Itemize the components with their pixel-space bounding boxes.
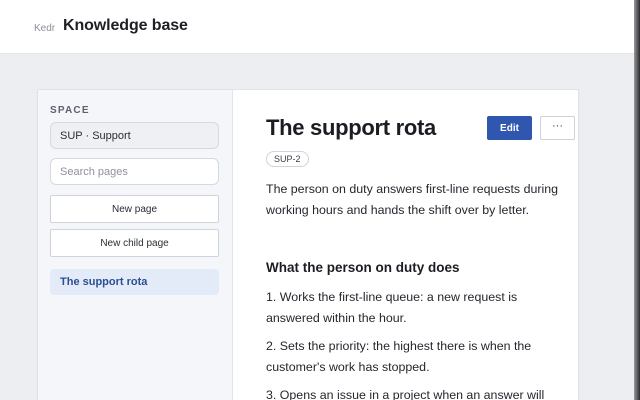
app-title: Knowledge base: [63, 17, 188, 34]
section-heading: What the person on duty does: [266, 260, 460, 275]
sidebar-page-item-support-rota[interactable]: The support rota: [50, 269, 219, 295]
window-edge: [634, 0, 640, 400]
app-window: Kedr Knowledge base SPACE SUP · Support …: [0, 0, 640, 400]
page-key-badge: SUP-2: [266, 151, 309, 167]
intro-paragraph: The person on duty answers first-line re…: [266, 182, 559, 217]
more-icon: ···: [552, 120, 563, 132]
new-child-page-button[interactable]: New child page: [50, 229, 219, 257]
list-item: 3. Opens an issue in a project when an a…: [266, 388, 545, 400]
brand-name: Kedr: [34, 23, 56, 34]
more-options-button[interactable]: ···: [540, 116, 575, 140]
new-page-button[interactable]: New page: [50, 195, 219, 223]
page-content: The support rota Edit ··· SUP-2 The pers…: [233, 90, 579, 400]
app-header: Kedr Knowledge base: [0, 0, 634, 54]
sidebar: SPACE SUP · Support New page New child p…: [38, 90, 233, 400]
page-title: The support rota: [266, 115, 436, 140]
search-pages-input[interactable]: [50, 158, 219, 185]
list-item: 2. Sets the priority: the highest there …: [266, 339, 532, 374]
list-item: 1. Works the first-line queue: a new req…: [266, 290, 518, 325]
space-selector[interactable]: SUP · Support: [50, 122, 219, 149]
edit-button[interactable]: Edit: [487, 116, 532, 140]
space-heading: SPACE: [50, 105, 90, 116]
